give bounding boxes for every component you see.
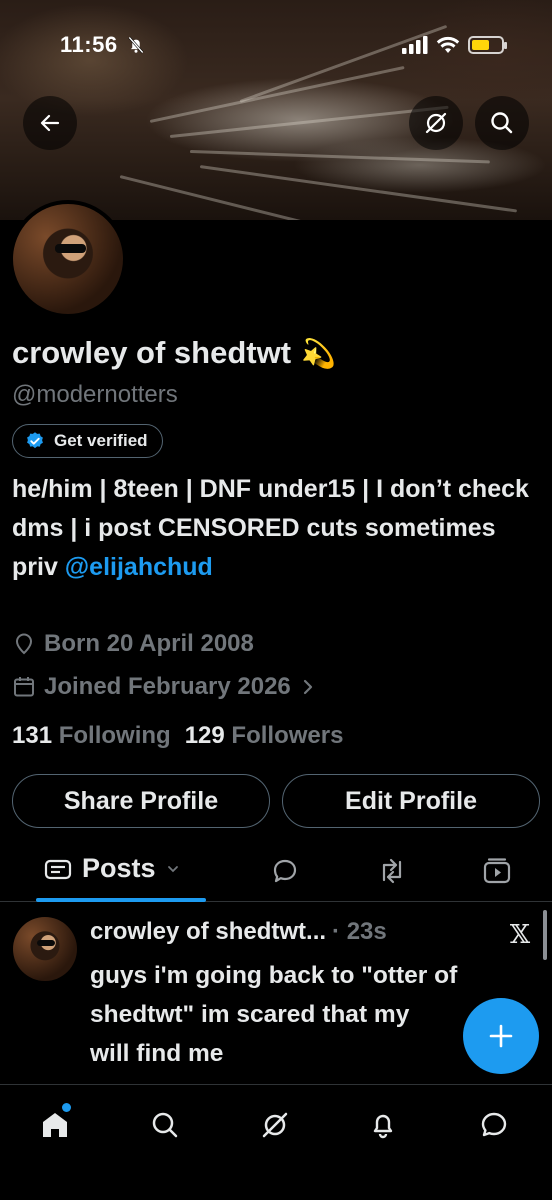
post-avatar[interactable]	[13, 917, 77, 981]
wifi-icon	[436, 36, 460, 53]
post-text: guys i'm going back to "otter of shedtwt…	[90, 956, 510, 1073]
nav-messages[interactable]	[474, 1105, 514, 1145]
profile-name: crowley of shedtwt 💫	[12, 335, 336, 371]
notifications-icon	[373, 1114, 393, 1139]
display-name: crowley of shedtwt	[12, 335, 292, 370]
joined-date[interactable]: Joined February 2026	[12, 673, 317, 701]
nav-notifications[interactable]	[363, 1105, 403, 1145]
reply-icon	[273, 859, 297, 883]
tab-reposts[interactable]	[376, 856, 408, 891]
tab-replies[interactable]	[270, 856, 300, 891]
plus-icon	[489, 1024, 513, 1048]
post-header: crowley of shedtwt... · 23s	[90, 918, 387, 946]
post-time: · 23s	[332, 918, 387, 945]
tab-media[interactable]	[482, 856, 512, 891]
birthdate-text: Born 20 April 2008	[44, 630, 254, 657]
grok-nav-icon	[262, 1112, 288, 1138]
battery-icon	[468, 36, 507, 54]
chevron-down-icon	[167, 865, 178, 872]
get-verified-label: Get verified	[54, 431, 148, 450]
post-text-main: guys i'm going back to "otter of shedtwt…	[90, 962, 458, 1028]
followers-link[interactable]: 129 Followers	[185, 722, 344, 750]
follow-counts: 131 Following 129 Followers	[12, 722, 343, 750]
profile-avatar[interactable]	[9, 200, 127, 318]
back-arrow-icon	[40, 114, 60, 132]
following-link[interactable]: 131 Following	[12, 722, 171, 750]
following-label: Following	[58, 722, 171, 749]
profile-tabs: Posts	[0, 840, 552, 902]
bio-priv-prefix: priv	[12, 553, 65, 581]
active-tab-indicator	[36, 898, 206, 902]
chevron-right-icon	[303, 679, 312, 695]
calendar-icon	[14, 677, 34, 697]
name-emoji: 💫	[301, 337, 336, 369]
status-time: 11:56	[60, 32, 118, 57]
posts-icon	[44, 859, 72, 879]
search-icon	[491, 112, 513, 134]
profile-handle: @modernotters	[12, 381, 178, 408]
compose-button[interactable]	[463, 998, 539, 1074]
share-profile-button[interactable]: Share Profile	[12, 774, 270, 828]
edit-profile-button[interactable]: Edit Profile	[282, 774, 540, 828]
nav-search[interactable]	[145, 1105, 185, 1145]
search-nav-icon	[152, 1112, 178, 1138]
tab-posts-label: Posts	[82, 853, 156, 883]
grok-icon	[425, 112, 447, 134]
home-notification-dot	[62, 1103, 71, 1112]
joined-text: Joined February 2026	[44, 673, 291, 700]
messages-icon	[481, 1112, 507, 1137]
bio-text: he/him | 8teen | DNF under15 | I don’t c…	[12, 475, 529, 542]
get-verified-button[interactable]: Get verified	[12, 424, 163, 458]
bell-slash-icon	[128, 36, 144, 54]
verified-badge-icon	[27, 432, 43, 449]
grok-button[interactable]	[409, 96, 463, 150]
bio-priv-link[interactable]: @elijahchud	[65, 553, 213, 581]
location-icon	[15, 633, 33, 655]
following-count: 131	[12, 722, 53, 749]
x-logo-icon: 𝕏	[509, 920, 530, 950]
back-button[interactable]	[23, 96, 77, 150]
nav-grok[interactable]	[255, 1105, 295, 1145]
birthdate: Born 20 April 2008	[12, 630, 254, 658]
bio-priv-line: priv @elijahchud	[12, 548, 542, 587]
signal-icon	[402, 36, 428, 54]
post-author-name[interactable]: crowley of shedtwt...	[90, 918, 326, 946]
video-icon	[483, 858, 511, 884]
status-bar: 11:56	[0, 0, 552, 88]
retweet-icon	[382, 858, 402, 884]
search-button[interactable]	[475, 96, 529, 150]
bottom-navigation	[0, 1084, 552, 1200]
followers-count: 129	[184, 722, 225, 749]
profile-bio: he/him | 8teen | DNF under15 | I don’t c…	[12, 470, 542, 587]
followers-label: Followers	[231, 722, 344, 749]
scrollbar[interactable]	[543, 910, 547, 960]
home-icon	[43, 1113, 67, 1137]
post-text-line3: will find me	[90, 1040, 224, 1067]
tab-posts[interactable]: Posts	[44, 853, 180, 884]
nav-home[interactable]	[35, 1103, 75, 1145]
